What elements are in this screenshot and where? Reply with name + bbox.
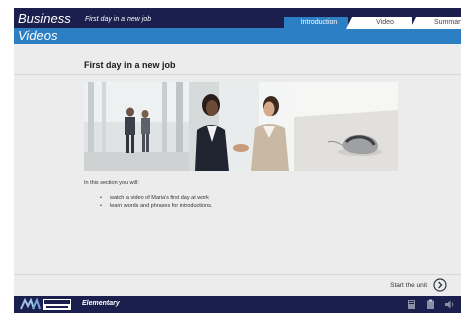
brand-line2: Videos <box>18 28 58 43</box>
divider <box>14 274 461 275</box>
header-subbar <box>14 28 461 44</box>
notebook-icon[interactable] <box>406 299 417 310</box>
bullet: • <box>100 203 102 209</box>
page-title: First day in a new job <box>84 60 176 70</box>
start-unit-label: Start the unit <box>390 281 427 289</box>
photo-strip <box>84 82 398 171</box>
list-item: • watch a video of Maria's first day at w… <box>100 194 212 202</box>
handshake-meeting-photo <box>189 82 294 171</box>
speaker-icon[interactable] <box>444 299 455 310</box>
divider <box>14 74 461 75</box>
chevron-right-circle-icon[interactable] <box>433 278 447 292</box>
bullet: • <box>100 195 102 201</box>
list-item: • learn words and phrases for introductio… <box>100 202 212 210</box>
tab-introduction[interactable]: Introduction <box>284 17 348 29</box>
list-item-text: learn words and phrases for introduction… <box>110 203 213 209</box>
clipboard-icon[interactable] <box>425 299 436 310</box>
app-frame: Business Videos First day in a new job I… <box>14 8 461 313</box>
oxford-english-logo <box>20 298 71 310</box>
footer-bar: Elementary <box>14 296 461 313</box>
start-unit-button[interactable]: Start the unit <box>390 278 447 292</box>
tab-summary[interactable]: Summary <box>410 17 461 29</box>
office-walk-photo <box>84 82 189 171</box>
mouse-on-desk-photo <box>294 82 398 171</box>
level-label: Elementary <box>82 300 120 307</box>
list-item-text: watch a video of Maria's first day at wo… <box>110 195 209 201</box>
brand-line1: Business <box>18 11 71 26</box>
objectives-list: • watch a video of Maria's first day at w… <box>100 194 212 210</box>
intro-text: In this section you will: <box>84 180 139 186</box>
header-title: First day in a new job <box>85 16 152 23</box>
header-bar: Business Videos First day in a new job I… <box>14 8 461 44</box>
footer-tools <box>398 299 455 310</box>
tab-bar: Introduction Video Summary <box>284 17 461 29</box>
tab-video[interactable]: Video <box>346 17 412 29</box>
